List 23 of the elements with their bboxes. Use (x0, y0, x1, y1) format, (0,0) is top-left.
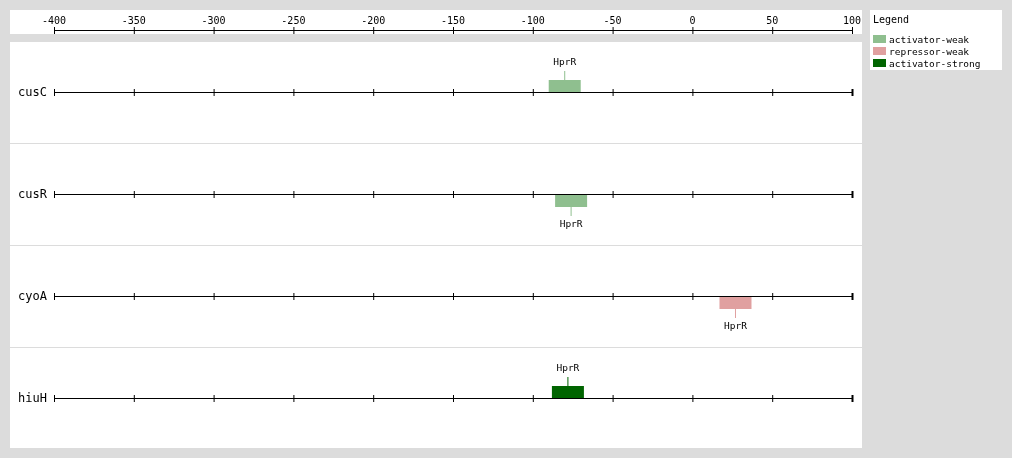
tick-label: -350 (121, 15, 146, 26)
gene-name: cyoA (18, 289, 47, 303)
site-label: HprR (553, 56, 577, 67)
legend-title: Legend (873, 14, 911, 25)
legend-label: repressor-weak (889, 45, 970, 57)
tick-label: -100 (520, 15, 545, 26)
tick-label: 0 (689, 15, 696, 26)
gene-name: hiuH (18, 391, 47, 405)
site-label: HprR (724, 320, 747, 331)
site-label: HprR (559, 218, 583, 229)
tick-label: 50 (766, 15, 779, 26)
legend-label: activator-weak (889, 33, 970, 45)
gene-name: cusC (18, 85, 47, 99)
tick-label: -300 (201, 15, 226, 26)
tick-label: -400 (41, 15, 67, 26)
tick-label: -200 (361, 15, 386, 26)
gene-name: cusR (18, 187, 47, 201)
tick-label: -250 (281, 15, 306, 26)
tick-label: 100 (842, 15, 862, 26)
legend-label: activator-strong (889, 57, 981, 69)
tick-label: -150 (440, 15, 466, 26)
site-label: HprR (556, 362, 580, 373)
tick-label: -50 (603, 15, 622, 26)
